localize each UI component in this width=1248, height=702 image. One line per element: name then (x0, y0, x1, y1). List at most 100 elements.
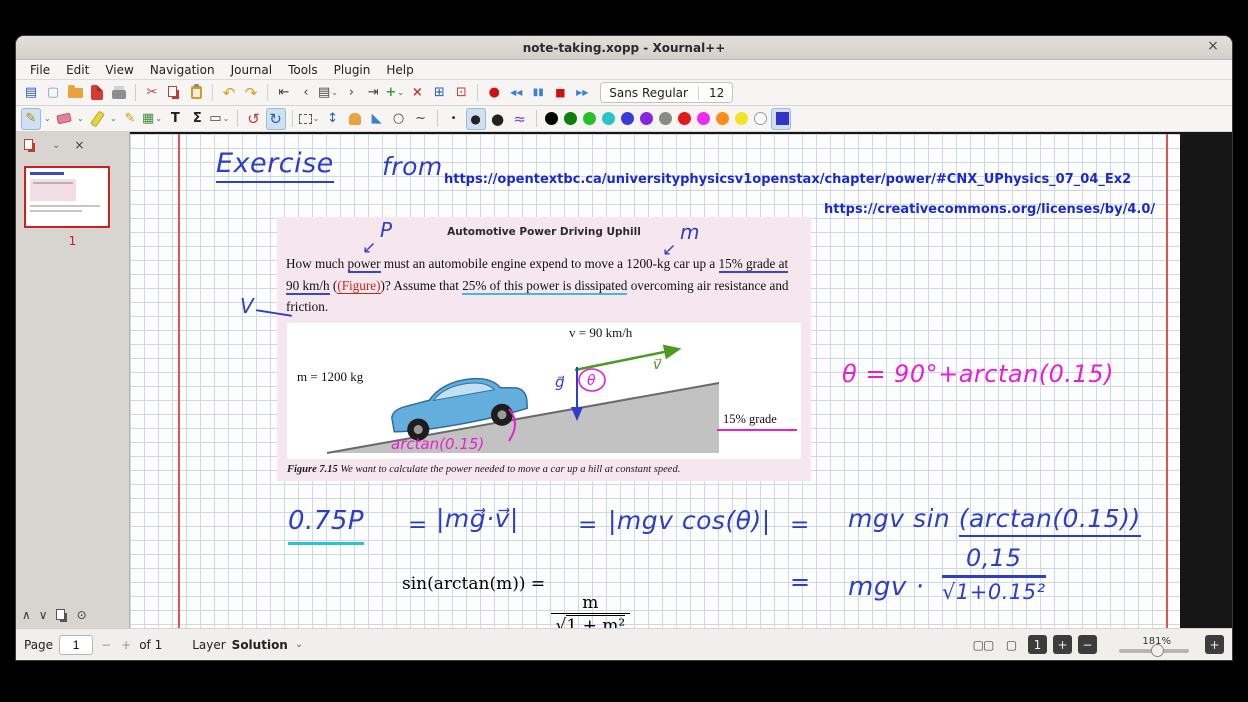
select-region-icon[interactable]: ⌄ (299, 108, 321, 130)
handwriting-heading-2: from (382, 152, 443, 181)
paste-icon[interactable] (186, 82, 206, 104)
collapse-up-icon[interactable]: ∧ (22, 608, 31, 622)
chevron-down-icon[interactable]: ⌄ (44, 114, 52, 123)
last-page-icon[interactable]: ⇥ (363, 82, 383, 104)
previous-page-icon[interactable]: ‹ (296, 82, 316, 104)
first-page-icon[interactable]: ⇤ (274, 82, 294, 104)
print-icon[interactable] (109, 82, 129, 104)
color-purple[interactable] (640, 112, 653, 125)
underlined-dissipated: 25% of this power is dissipated (462, 278, 627, 295)
add-page-icon[interactable]: +⌄ (385, 82, 405, 104)
shape-tool-icon[interactable]: ▭⌄ (209, 108, 230, 130)
rewind-icon[interactable]: ◀◀ (506, 82, 526, 104)
copy-icon[interactable] (164, 82, 184, 104)
page-number-input[interactable] (59, 635, 93, 655)
fullscreen-icon[interactable]: ⊞ (429, 82, 449, 104)
open-icon[interactable] (65, 82, 85, 104)
page-decrement[interactable]: − (99, 638, 113, 652)
page-thumbnail[interactable] (24, 166, 110, 228)
zoom-in-button[interactable]: + (1205, 635, 1224, 654)
color-gray[interactable] (659, 112, 672, 125)
menu-help[interactable]: Help (378, 61, 421, 79)
figure-link[interactable]: (Figure) (337, 278, 380, 294)
fast-forward-icon[interactable]: ▶▶ (572, 82, 592, 104)
eraser-tool-icon[interactable] (54, 108, 74, 130)
cut-icon[interactable]: ✂ (142, 82, 162, 104)
record-icon[interactable]: ● (484, 82, 504, 104)
layer-selector[interactable]: Solution (232, 638, 288, 652)
zoom-slider-thumb[interactable] (1151, 644, 1164, 657)
zoom-out-icon[interactable]: − (1078, 635, 1097, 654)
goto-page-icon[interactable]: ▤⌄ (318, 82, 339, 104)
pen-alt-icon[interactable]: ✎ (120, 108, 140, 130)
new-document-icon[interactable]: ▢ (43, 82, 63, 104)
pair-view-icon[interactable]: ⊡ (451, 82, 471, 104)
color-yellow[interactable] (735, 112, 748, 125)
menu-view[interactable]: View (97, 61, 141, 79)
close-icon[interactable]: × (1204, 38, 1222, 54)
menu-journal[interactable]: Journal (223, 61, 281, 79)
pen-tool-icon[interactable]: ✎ (21, 108, 41, 130)
color-green[interactable] (583, 112, 596, 125)
two-page-view-icon[interactable]: ▢▢ (972, 635, 994, 654)
color-blue[interactable] (621, 112, 634, 125)
menu-bar: File Edit View Navigation Journal Tools … (16, 60, 1232, 80)
chevron-down-icon[interactable]: ⌄ (52, 140, 60, 151)
pen-size-medium-icon[interactable]: ● (466, 108, 486, 130)
pen-size-fine-icon[interactable]: • (444, 108, 464, 130)
shape-recognizer-icon[interactable]: ↺ (244, 108, 264, 130)
chevron-down-icon[interactable]: ⌄ (295, 639, 303, 650)
page-1[interactable]: Exercise from https://opentextbc.ca/univ… (130, 134, 1180, 628)
pause-icon[interactable]: ▮▮ (528, 82, 548, 104)
page-increment[interactable]: + (119, 638, 133, 652)
image-tool-icon[interactable]: ▦⌄ (142, 108, 163, 130)
next-page-icon[interactable]: › (341, 82, 361, 104)
save-icon[interactable]: ▤ (21, 82, 41, 104)
font-selector[interactable]: Sans Regular 12 (600, 82, 733, 103)
text-tool-icon[interactable]: T (165, 108, 185, 130)
ink-m-label: m (680, 220, 700, 244)
preview-pages-icon[interactable] (24, 139, 33, 150)
zoom-fit-icon[interactable]: + (1053, 635, 1072, 654)
pen-size-thick-icon[interactable]: ● (488, 108, 508, 130)
current-color-swatch[interactable] (771, 108, 791, 130)
color-red[interactable] (678, 112, 691, 125)
layout-one-badge[interactable]: 1 (1028, 635, 1047, 654)
hand-tool-icon[interactable] (345, 108, 365, 130)
color-dark-green[interactable] (564, 112, 577, 125)
ellipse-shape-icon[interactable]: ○ (389, 108, 409, 130)
ruler-icon[interactable]: ◣ (367, 108, 387, 130)
color-white[interactable] (754, 112, 767, 125)
menu-navigation[interactable]: Navigation (142, 61, 223, 79)
color-orange[interactable] (716, 112, 729, 125)
zoom-slider[interactable] (1119, 649, 1189, 653)
color-black[interactable] (545, 112, 558, 125)
menu-plugin[interactable]: Plugin (326, 61, 379, 79)
menu-edit[interactable]: Edit (58, 61, 97, 79)
vertical-space-icon[interactable]: ↕ (323, 108, 343, 130)
highlighter-tool-icon[interactable] (87, 108, 107, 130)
folder-icon (68, 88, 83, 98)
chevron-down-icon[interactable]: ⌄ (110, 114, 118, 123)
stop-icon[interactable]: ■ (550, 82, 570, 104)
chevron-down-icon[interactable]: ⌄ (77, 114, 85, 123)
focus-page-icon[interactable]: ⊙ (77, 608, 87, 622)
redo-icon[interactable]: ↷ (241, 82, 261, 104)
menu-tools[interactable]: Tools (280, 61, 326, 79)
spline-icon[interactable]: ~ (411, 108, 431, 130)
duplicate-icon[interactable] (56, 609, 65, 620)
separator (135, 84, 136, 101)
one-page-view-icon[interactable]: ▢ (1000, 635, 1022, 654)
undo-icon[interactable]: ↶ (219, 82, 239, 104)
stroke-style-icon[interactable]: ≈ (510, 108, 530, 130)
color-magenta[interactable] (697, 112, 710, 125)
delete-page-icon[interactable]: × (407, 82, 427, 104)
document-canvas[interactable]: Exercise from https://opentextbc.ca/univ… (130, 132, 1232, 628)
color-cyan[interactable] (602, 112, 615, 125)
rotation-snap-icon[interactable]: ↻ (266, 108, 286, 130)
export-pdf-icon[interactable] (87, 82, 107, 104)
collapse-down-icon[interactable]: ∨ (39, 608, 48, 622)
menu-file[interactable]: File (22, 61, 58, 79)
math-tex-icon[interactable]: Σ (187, 108, 207, 130)
close-sidebar-icon[interactable]: × (74, 138, 84, 152)
